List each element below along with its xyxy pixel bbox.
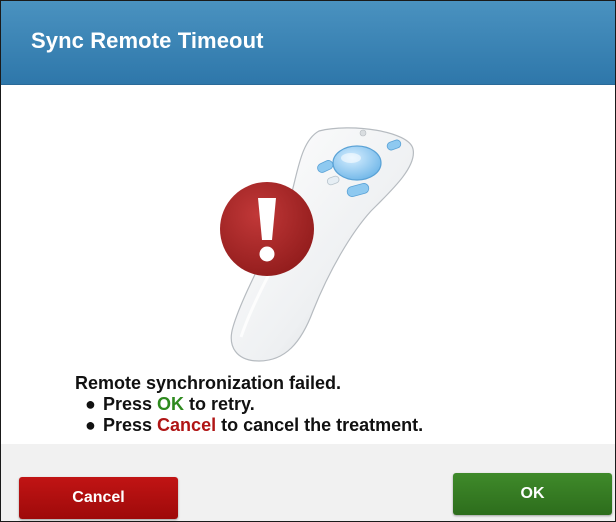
cancel-instruction: ● Press Cancel to cancel the treatment. bbox=[75, 415, 423, 436]
exclamation-alert-icon bbox=[220, 182, 314, 276]
ok-keyword: OK bbox=[157, 394, 185, 414]
bullet-icon: ● bbox=[85, 394, 96, 414]
dialog-title: Sync Remote Timeout bbox=[31, 28, 264, 53]
message-heading: Remote synchronization failed. bbox=[75, 373, 342, 393]
button-bar: Cancel OK bbox=[1, 444, 615, 521]
sync-remote-timeout-dialog: Sync Remote Timeout Remote synchronizati… bbox=[0, 0, 616, 522]
remote-illustration bbox=[220, 127, 414, 362]
bullet-text-suffix: to cancel the treatment. bbox=[216, 415, 424, 435]
cancel-keyword: Cancel bbox=[157, 415, 217, 435]
message-block: Remote synchronization failed. ● Press OK… bbox=[75, 373, 423, 436]
ok-button[interactable]: OK bbox=[453, 473, 612, 515]
cancel-button[interactable]: Cancel bbox=[19, 477, 178, 519]
bullet-text-prefix: Press bbox=[103, 394, 158, 414]
retry-instruction: ● Press OK to retry. bbox=[75, 394, 423, 415]
title-bar: Sync Remote Timeout bbox=[1, 1, 615, 85]
bullet-text-suffix: to retry. bbox=[184, 394, 255, 414]
bullet-icon: ● bbox=[85, 415, 96, 435]
bullet-text-prefix: Press bbox=[103, 415, 158, 435]
